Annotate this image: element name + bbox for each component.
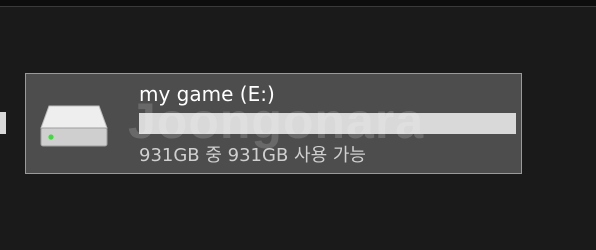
window-top-border [0, 0, 596, 7]
drive-activity-light [48, 134, 54, 140]
hard-drive-icon [40, 105, 108, 147]
watermark-text: Joongonara [128, 93, 425, 149]
adjacent-item-edge [0, 112, 6, 134]
